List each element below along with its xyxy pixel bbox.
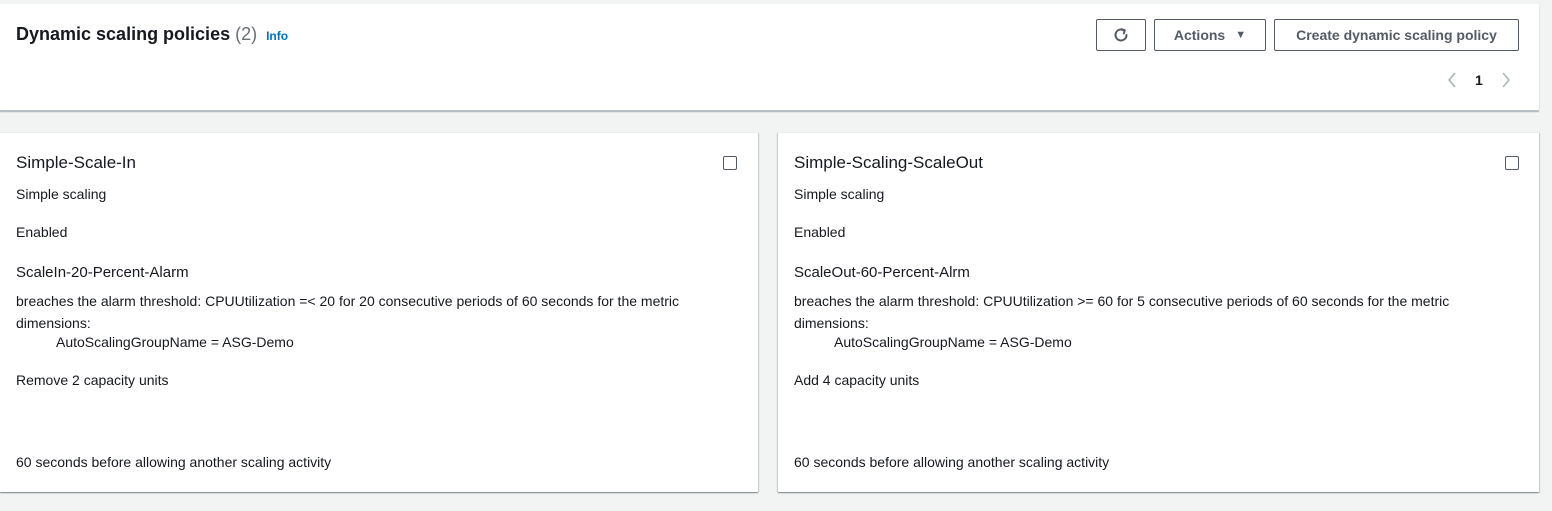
policies-header-panel: Dynamic scaling policies (2) Info Action… [0, 4, 1539, 111]
policy-name: Simple-Scaling-ScaleOut [794, 153, 983, 172]
refresh-button[interactable] [1096, 19, 1146, 51]
cooldown-text: 60 seconds before allowing another scali… [794, 454, 1110, 470]
scaling-action: Add 4 capacity units [794, 372, 920, 388]
cooldown-text: 60 seconds before allowing another scali… [16, 454, 332, 470]
policy-status: Enabled [794, 224, 846, 240]
actions-dropdown-button[interactable]: Actions ▼ [1154, 19, 1266, 51]
caret-down-icon: ▼ [1235, 29, 1247, 41]
alarm-description: breaches the alarm threshold: CPUUtiliza… [794, 293, 1450, 331]
refresh-icon [1114, 28, 1128, 42]
policy-select-checkbox[interactable] [723, 156, 737, 170]
current-page-number[interactable]: 1 [1475, 72, 1483, 88]
policy-status: Enabled [16, 224, 68, 240]
metric-dimension: AutoScalingGroupName = ASG-Demo [56, 334, 294, 350]
create-policy-button[interactable]: Create dynamic scaling policy [1274, 19, 1519, 51]
policy-type: Simple scaling [16, 186, 107, 202]
pagination: 1 [1443, 68, 1515, 92]
page-title: Dynamic scaling policies [16, 24, 231, 44]
scaling-action: Remove 2 capacity units [16, 372, 169, 388]
create-policy-label: Create dynamic scaling policy [1296, 27, 1497, 43]
info-link[interactable]: Info [266, 29, 288, 43]
policy-type: Simple scaling [794, 186, 885, 202]
policy-select-checkbox[interactable] [1505, 156, 1519, 170]
policy-card: Simple-Scaling-ScaleOut Simple scaling E… [778, 132, 1539, 492]
title-row: Dynamic scaling policies (2) Info [16, 24, 288, 45]
policy-card: Simple-Scale-In Simple scaling Enabled S… [0, 132, 758, 492]
policy-name: Simple-Scale-In [16, 153, 136, 172]
previous-page-icon[interactable] [1443, 71, 1461, 89]
alarm-name: ScaleIn-20-Percent-Alarm [16, 264, 189, 281]
policy-count: (2) [235, 24, 258, 44]
next-page-icon[interactable] [1497, 71, 1515, 89]
alarm-name: ScaleOut-60-Percent-Alrm [794, 264, 970, 281]
alarm-description: breaches the alarm threshold: CPUUtiliza… [16, 293, 680, 331]
actions-label: Actions [1173, 27, 1226, 43]
metric-dimension: AutoScalingGroupName = ASG-Demo [834, 334, 1072, 350]
